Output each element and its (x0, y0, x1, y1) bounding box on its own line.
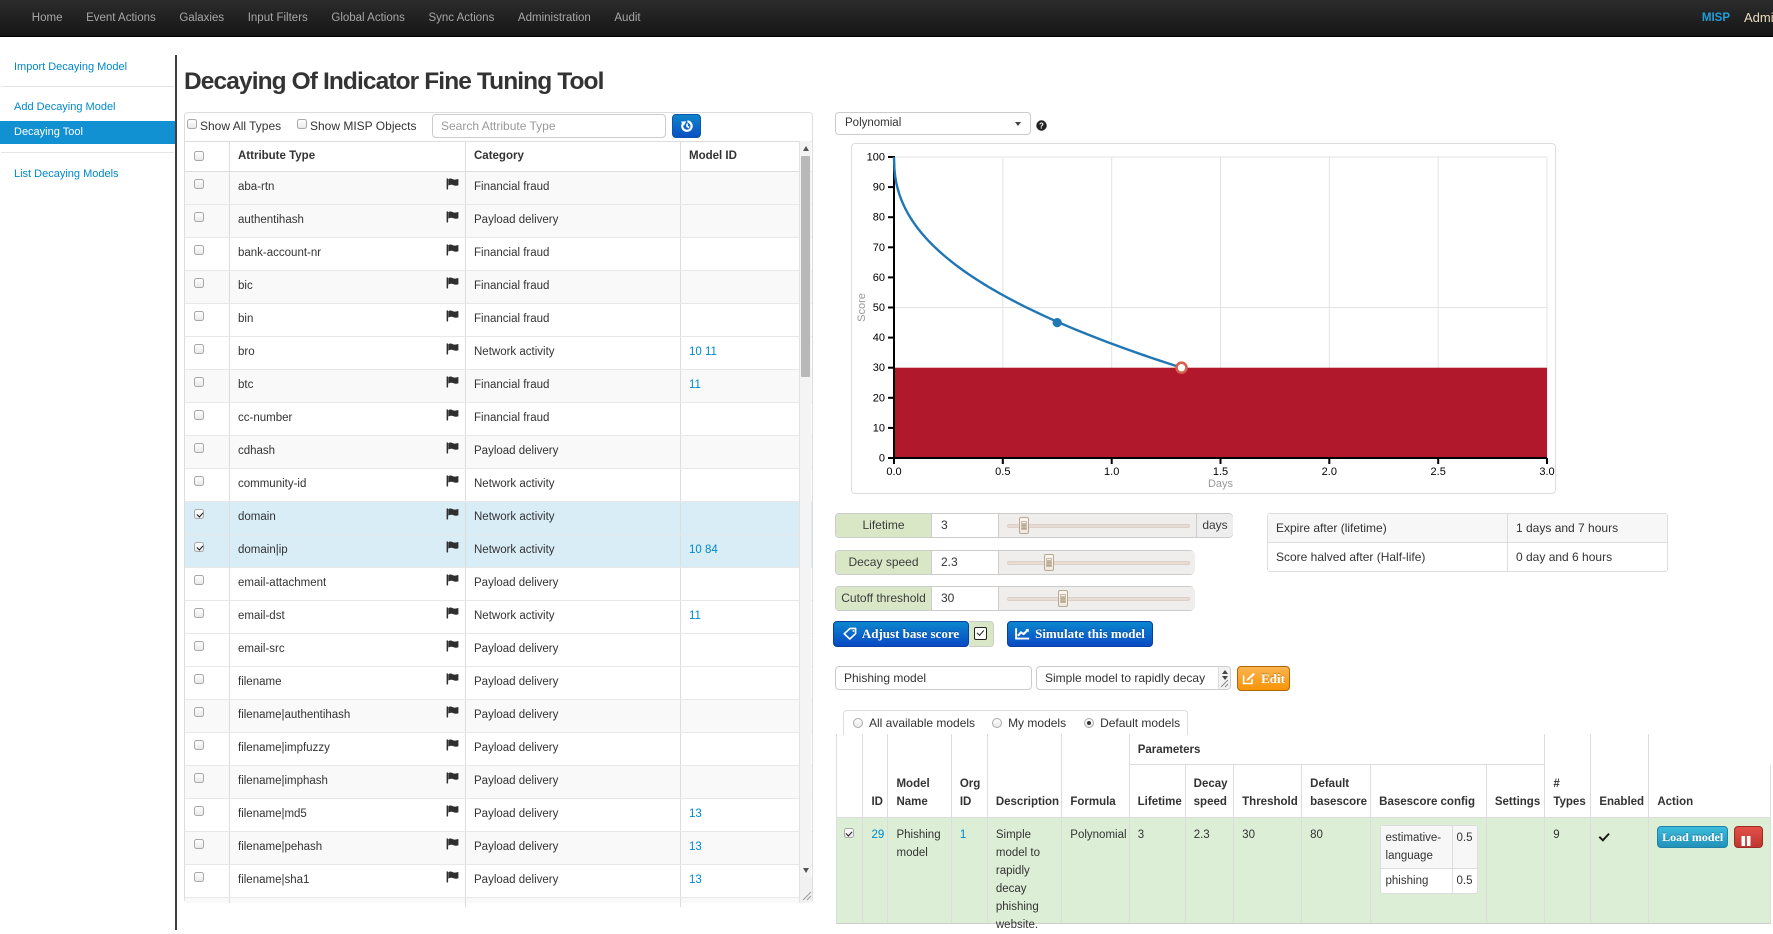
svg-text:3.0: 3.0 (1539, 466, 1554, 478)
svg-text:30: 30 (873, 362, 885, 374)
svg-text:Score: Score (856, 293, 868, 322)
svg-text:40: 40 (873, 332, 885, 344)
svg-text:0.5: 0.5 (995, 466, 1010, 478)
svg-text:70: 70 (873, 242, 885, 254)
svg-text:2.5: 2.5 (1431, 466, 1446, 478)
svg-text:1.5: 1.5 (1213, 466, 1228, 478)
svg-text:?: ? (1039, 121, 1044, 130)
svg-text:50: 50 (873, 302, 885, 314)
svg-text:80: 80 (873, 212, 885, 224)
svg-text:2.0: 2.0 (1322, 466, 1337, 478)
svg-text:90: 90 (873, 182, 885, 194)
svg-text:0.0: 0.0 (886, 466, 901, 478)
svg-text:100: 100 (867, 152, 885, 164)
svg-text:60: 60 (873, 272, 885, 284)
svg-text:10: 10 (873, 422, 885, 434)
svg-text:20: 20 (873, 392, 885, 404)
svg-text:1.0: 1.0 (1104, 466, 1119, 478)
svg-text:Days: Days (1208, 478, 1234, 490)
svg-text:0: 0 (879, 453, 885, 465)
